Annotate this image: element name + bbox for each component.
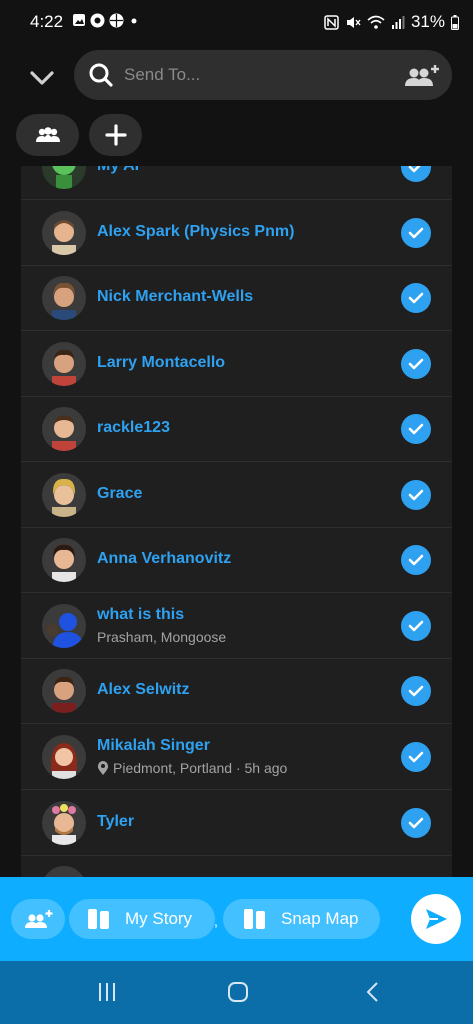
battery-percent: 31% <box>410 12 445 31</box>
contact-name: Larry Montacello <box>97 354 226 371</box>
add-friends-icon[interactable] <box>402 62 440 88</box>
contact-location: Piedmont, Portland · 5h ago <box>97 760 287 776</box>
header <box>0 44 473 166</box>
checkmark-icon[interactable] <box>401 414 431 444</box>
list-item[interactable]: Alex Spark (Physics Pnm) <box>21 201 452 266</box>
contact-name: Anna Verhanovitz <box>97 550 232 567</box>
avatar <box>42 166 86 189</box>
story-icon <box>88 909 109 929</box>
contact-name: Tyler <box>97 813 135 830</box>
status-right: 31% <box>324 12 459 32</box>
checkmark-icon[interactable] <box>401 349 431 379</box>
checkmark-icon[interactable] <box>401 283 431 313</box>
list-item[interactable]: My AI <box>21 166 452 200</box>
add-recipients-button[interactable] <box>11 899 65 939</box>
avatar <box>42 801 86 845</box>
recent-apps-icon[interactable] <box>96 981 118 1003</box>
list-item[interactable] <box>21 856 452 877</box>
avatar <box>42 538 86 582</box>
checkmark-icon[interactable] <box>401 545 431 575</box>
battery-icon <box>451 14 459 30</box>
map-icon <box>244 909 265 929</box>
avatar <box>42 211 86 255</box>
home-icon[interactable] <box>227 981 249 1003</box>
list-item[interactable]: Mikalah Singer Piedmont, Portland · 5h a… <box>21 725 452 790</box>
list-item[interactable]: Larry Montacello <box>21 332 452 397</box>
avatar <box>42 407 86 451</box>
send-arrow-icon <box>426 909 447 929</box>
back-icon[interactable] <box>362 981 384 1003</box>
plus-icon <box>104 124 127 146</box>
location-pin-icon <box>97 760 109 775</box>
separator: , <box>214 913 218 929</box>
list-item[interactable]: Anna Verhanovitz <box>21 528 452 593</box>
checkmark-icon[interactable] <box>401 742 431 772</box>
add-friends-icon <box>25 910 53 928</box>
avatar <box>42 735 86 779</box>
search-icon <box>89 63 113 87</box>
status-time: 4:22 <box>30 12 64 31</box>
my-story-button[interactable]: My Story <box>69 899 215 939</box>
contact-name: rackle123 <box>97 419 170 436</box>
list-item[interactable]: Tyler <box>21 791 452 856</box>
avatar <box>42 669 86 713</box>
add-button[interactable] <box>89 114 142 156</box>
send-button[interactable] <box>411 894 461 944</box>
new-group-button[interactable] <box>16 114 79 156</box>
avatar <box>42 604 86 648</box>
snap-map-label: Snap Map <box>281 909 359 928</box>
recipient-list[interactable]: My AI Alex Spark (Physics Pnm) Nick Merc… <box>21 166 452 877</box>
search-bar[interactable] <box>74 50 452 100</box>
status-bar: 4:22 31% <box>0 0 473 44</box>
list-item[interactable]: Alex Selwitz <box>21 659 452 724</box>
checkmark-icon[interactable] <box>401 218 431 248</box>
contact-name: Alex Spark (Physics Pnm) <box>97 223 295 240</box>
checkmark-icon[interactable] <box>401 611 431 641</box>
wifi-icon <box>367 15 385 29</box>
checkmark-icon[interactable] <box>401 676 431 706</box>
avatar <box>42 342 86 386</box>
my-story-label: My Story <box>125 909 193 928</box>
list-item[interactable]: what is this Prasham, Mongoose <box>21 594 452 659</box>
search-input[interactable] <box>124 62 374 88</box>
checkmark-icon[interactable] <box>401 166 431 182</box>
dot-icon <box>131 18 137 24</box>
snap-map-button[interactable]: Snap Map <box>223 899 380 939</box>
contact-name: Nick Merchant-Wells <box>97 288 254 305</box>
avatar <box>42 276 86 320</box>
contact-name: Alex Selwitz <box>97 681 190 698</box>
mute-icon <box>346 16 361 28</box>
contact-subtitle: Piedmont, Portland · 5h ago <box>113 760 288 776</box>
signal-icon <box>391 15 405 29</box>
list-item[interactable]: Nick Merchant-Wells <box>21 266 452 331</box>
notification-icons <box>72 13 140 28</box>
gallery-icon <box>73 14 85 26</box>
list-item[interactable]: rackle123 <box>21 397 452 462</box>
chevron-down-icon[interactable] <box>26 62 58 94</box>
send-bar: My Story , Snap Map <box>0 877 473 961</box>
contact-name: Mikalah Singer <box>97 737 210 754</box>
group-icon <box>35 127 60 142</box>
contact-subtitle: Prasham, Mongoose <box>97 629 227 645</box>
contact-name: Grace <box>97 485 143 502</box>
contact-name: what is this <box>97 606 185 623</box>
avatar <box>42 866 86 877</box>
system-nav-bar <box>0 961 473 1024</box>
checkmark-icon[interactable] <box>401 480 431 510</box>
basketball-icon <box>109 13 124 28</box>
app-icon <box>90 13 105 28</box>
list-item[interactable]: Grace <box>21 463 452 528</box>
contact-name: My AI <box>97 166 139 175</box>
checkmark-icon[interactable] <box>401 808 431 838</box>
nfc-icon <box>324 14 339 30</box>
avatar <box>42 473 86 517</box>
